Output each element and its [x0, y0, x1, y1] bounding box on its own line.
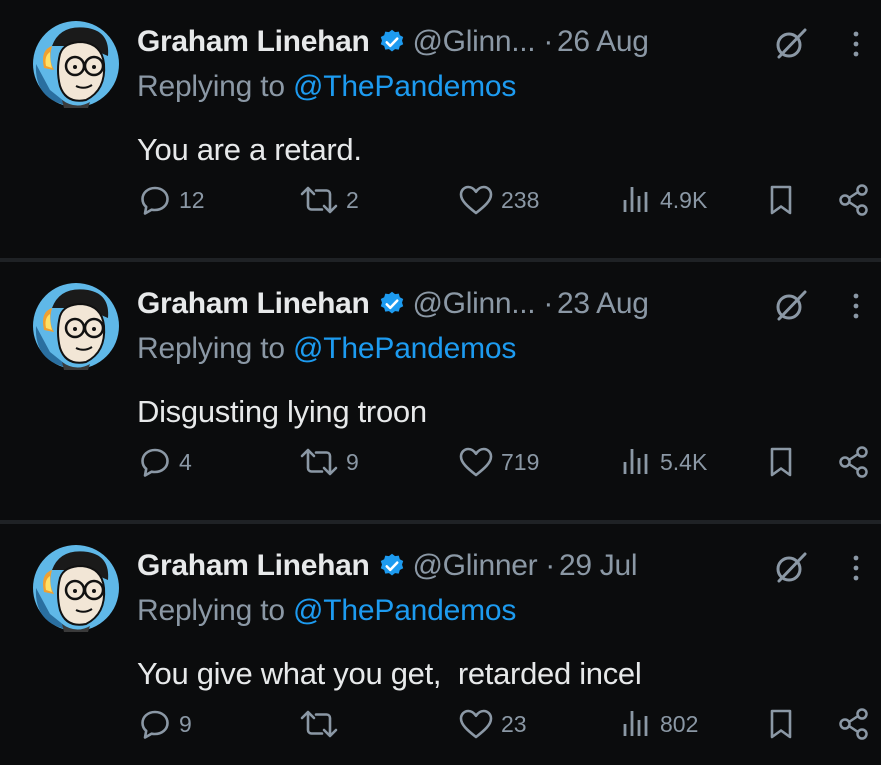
tweet-text: You are a retard.: [137, 132, 362, 167]
repost-icon: [300, 186, 338, 214]
replying-to: Replying to @ThePandemos: [137, 70, 516, 104]
replying-to-mention[interactable]: @ThePandemos: [293, 70, 516, 103]
author-name[interactable]: Graham Linehan: [137, 25, 370, 59]
reply-icon: [141, 186, 169, 215]
view-count: 4.9K: [660, 186, 708, 213]
tweet-header: Graham Linehan @Glinn... · 23 Aug: [137, 284, 861, 324]
like-count: 238: [501, 186, 540, 213]
view-count: 802: [660, 710, 699, 737]
tweet-feed: Graham Linehan @Glinn... · 26 Aug Replyi…: [0, 0, 881, 765]
bookmark-icon: [770, 447, 792, 477]
author-handle[interactable]: @Glinn...: [413, 287, 536, 321]
grok-icon[interactable]: [774, 550, 808, 584]
like-button[interactable]: 719: [457, 442, 539, 482]
reply-icon: [141, 710, 169, 739]
verified-badge-icon: [380, 553, 403, 576]
views-button[interactable]: 5.4K: [618, 442, 707, 482]
repost-count: 9: [346, 448, 359, 475]
like-button[interactable]: 238: [457, 180, 539, 220]
bookmark-button[interactable]: [764, 442, 798, 482]
author-name[interactable]: Graham Linehan: [137, 287, 370, 321]
repost-button[interactable]: [298, 704, 346, 744]
tweet-date[interactable]: 29 Jul: [559, 549, 638, 583]
tweet-date[interactable]: 23 Aug: [557, 287, 649, 321]
like-button[interactable]: 23: [457, 704, 527, 744]
repost-icon: [300, 448, 338, 476]
tweet-text: You give what you get, retarded incel: [137, 656, 642, 691]
share-icon: [839, 446, 868, 478]
replying-to-mention[interactable]: @ThePandemos: [293, 332, 516, 365]
more-options-icon[interactable]: [846, 290, 866, 322]
reply-count: 4: [179, 448, 192, 475]
like-icon: [459, 709, 493, 739]
views-icon: [623, 449, 648, 474]
reply-icon: [141, 448, 169, 477]
separator-dot: ·: [545, 549, 555, 582]
avatar[interactable]: [30, 544, 122, 632]
tweet-card[interactable]: Graham Linehan @Glinner · 29 Jul Replyin…: [0, 524, 881, 765]
author-handle[interactable]: @Glinn...: [413, 25, 536, 59]
tweet-actions: 9 23 802: [0, 704, 881, 744]
views-icon: [623, 187, 648, 212]
repost-count: 2: [346, 186, 359, 213]
separator-dot: ·: [543, 287, 554, 320]
replying-prefix: Replying to: [137, 594, 285, 627]
reply-count: 9: [179, 710, 192, 737]
views-icon: [623, 711, 648, 736]
tweet-card[interactable]: Graham Linehan @Glinn... · 23 Aug Replyi…: [0, 262, 881, 520]
tweet-header: Graham Linehan @Glinn... · 26 Aug: [137, 22, 861, 62]
like-icon: [459, 185, 493, 215]
tweet-date[interactable]: 26 Aug: [557, 25, 649, 59]
like-count: 23: [501, 710, 527, 737]
share-icon: [839, 708, 868, 740]
replying-to: Replying to @ThePandemos: [137, 594, 516, 628]
bookmark-button[interactable]: [764, 704, 798, 744]
bookmark-icon: [770, 709, 792, 739]
repost-button[interactable]: 2: [298, 180, 359, 220]
replying-prefix: Replying to: [137, 70, 285, 103]
like-icon: [459, 447, 493, 477]
author-handle[interactable]: @Glinner: [413, 549, 538, 583]
grok-icon[interactable]: [774, 288, 808, 322]
avatar[interactable]: [30, 282, 122, 370]
views-button[interactable]: 4.9K: [618, 180, 707, 220]
repost-icon: [300, 710, 338, 738]
author-name[interactable]: Graham Linehan: [137, 549, 370, 583]
share-button[interactable]: [836, 180, 872, 220]
verified-badge-icon: [380, 29, 403, 52]
replying-to: Replying to @ThePandemos: [137, 332, 516, 366]
tweet-text: Disgusting lying troon: [137, 394, 427, 429]
tweet-header: Graham Linehan @Glinner · 29 Jul: [137, 546, 861, 586]
share-button[interactable]: [836, 704, 872, 744]
reply-button[interactable]: 9: [137, 704, 192, 744]
views-button[interactable]: 802: [618, 704, 698, 744]
grok-icon[interactable]: [774, 26, 808, 60]
reply-count: 12: [179, 186, 205, 213]
tweet-actions: 4 9 719 5.4K: [0, 442, 881, 482]
tweet-card[interactable]: Graham Linehan @Glinn... · 26 Aug Replyi…: [0, 0, 881, 258]
more-options-icon[interactable]: [846, 552, 866, 584]
verified-badge-icon: [380, 291, 403, 314]
more-options-icon[interactable]: [846, 28, 866, 60]
share-icon: [839, 184, 868, 216]
replying-prefix: Replying to: [137, 332, 285, 365]
avatar[interactable]: [30, 20, 122, 108]
tweet-actions: 12 2 238 4.9K: [0, 180, 881, 220]
like-count: 719: [501, 448, 540, 475]
bookmark-icon: [770, 185, 792, 215]
bookmark-button[interactable]: [764, 180, 798, 220]
reply-button[interactable]: 4: [137, 442, 192, 482]
reply-button[interactable]: 12: [137, 180, 205, 220]
separator-dot: ·: [543, 25, 554, 58]
share-button[interactable]: [836, 442, 872, 482]
view-count: 5.4K: [660, 448, 708, 475]
replying-to-mention[interactable]: @ThePandemos: [293, 594, 516, 627]
repost-button[interactable]: 9: [298, 442, 359, 482]
